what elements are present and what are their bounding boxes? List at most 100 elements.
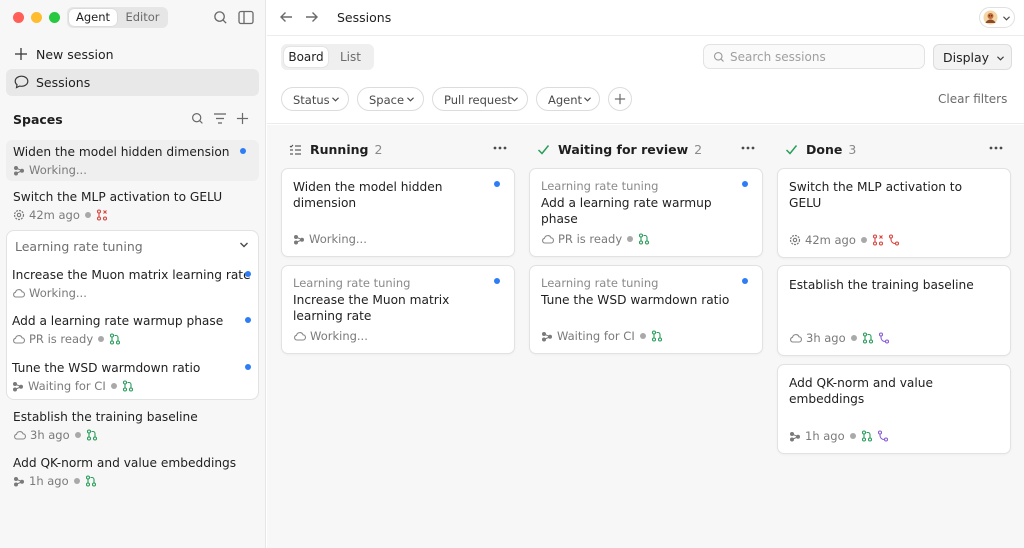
session-title: Establish the training baseline — [13, 410, 198, 424]
chevron-down-icon[interactable] — [239, 241, 249, 249]
toggle-sidebar-icon[interactable] — [238, 10, 254, 25]
chevron-down-icon — [332, 97, 339, 102]
separator-dot — [860, 237, 867, 243]
unread-dot — [494, 278, 500, 284]
sidebar-session-item[interactable]: Tune the WSD warmdown ratio Waiting for … — [12, 360, 252, 394]
session-title: Switch the MLP activation to GELU — [13, 190, 223, 204]
card-status: Waiting for CI — [557, 329, 635, 343]
session-card[interactable]: Learning rate tuning Tune the WSD warmdo… — [529, 265, 763, 354]
separator-dot — [98, 336, 105, 342]
session-card[interactable]: Widen the model hidden dimension Working… — [281, 168, 515, 257]
session-title: Increase the Muon matrix learning rate — [12, 268, 251, 282]
sidebar-session-item[interactable]: Establish the training baseline 3h ago — [13, 409, 253, 443]
sidebar-session-item[interactable]: Increase the Muon matrix learning rate W… — [12, 267, 252, 301]
filter-space-dropdown[interactable]: Space — [357, 87, 424, 111]
card-title: Widen the model hidden dimension — [293, 180, 443, 210]
chevron-down-icon — [511, 97, 518, 102]
account-menu-button[interactable] — [979, 7, 1015, 28]
session-card[interactable]: Learning rate tuning Increase the Muon m… — [281, 265, 515, 354]
pr-open-icon — [122, 380, 133, 392]
card-title: Tune the WSD warmdown ratio — [541, 293, 730, 307]
card-status: Working... — [309, 232, 367, 246]
filter-agent-label: Agent — [548, 93, 583, 107]
chevron-down-icon — [1003, 16, 1010, 21]
pr-open-icon — [110, 333, 121, 345]
branch-merged-icon — [877, 430, 888, 442]
mode-agent-tab[interactable]: Agent — [69, 9, 117, 26]
pr-open-icon — [639, 233, 650, 245]
unread-dot — [245, 364, 251, 370]
search-spaces-icon[interactable] — [191, 112, 204, 125]
more-options-icon[interactable] — [989, 146, 1003, 150]
column-done: Done 3 Switch the MLP activation to GELU… — [777, 125, 1011, 548]
session-card[interactable]: Switch the MLP activation to GELU 42m ag… — [777, 168, 1011, 258]
cloud-icon — [542, 235, 554, 244]
search-icon[interactable] — [213, 10, 228, 25]
zoom-window-button[interactable] — [49, 12, 60, 23]
card-time: 3h ago — [806, 331, 846, 345]
search-sessions-field[interactable] — [703, 44, 925, 69]
view-list-tab[interactable]: List — [330, 47, 371, 67]
column-count: 2 — [694, 141, 703, 157]
close-window-button[interactable] — [13, 12, 24, 23]
column-count: 3 — [848, 141, 857, 157]
pr-open-icon — [651, 330, 662, 342]
sidebar-session-item[interactable]: Add QK-norm and value embeddings 1h ago — [13, 455, 253, 489]
sessions-nav-item[interactable]: Sessions — [6, 69, 259, 96]
session-status: Working... — [29, 286, 87, 300]
clear-filters-button[interactable]: Clear filters — [938, 92, 1007, 106]
separator-dot — [849, 433, 856, 439]
chevron-down-icon — [997, 56, 1004, 61]
filter-status-dropdown[interactable]: Status — [281, 87, 349, 111]
mode-editor-tab[interactable]: Editor — [119, 9, 166, 26]
sessions-label: Sessions — [36, 75, 91, 90]
plus-icon — [14, 47, 28, 61]
add-space-icon[interactable] — [236, 112, 249, 125]
filter-space-label: Space — [369, 93, 405, 107]
sidebar-session-item[interactable]: Switch the MLP activation to GELU 42m ag… — [13, 189, 253, 223]
session-time: 1h ago — [29, 474, 69, 488]
new-session-button[interactable]: New session — [6, 41, 259, 68]
settings-gear-icon — [789, 234, 801, 246]
filter-pull-request-dropdown[interactable]: Pull request — [432, 87, 528, 111]
sidebar-session-item[interactable]: Widen the model hidden dimension Working… — [13, 144, 253, 178]
session-title: Widen the model hidden dimension — [13, 145, 230, 159]
session-card[interactable]: Establish the training baseline 3h ago — [777, 265, 1011, 356]
forward-arrow-icon[interactable] — [305, 11, 319, 23]
minimize-window-button[interactable] — [31, 12, 42, 23]
space-group-label[interactable]: Learning rate tuning — [15, 239, 143, 254]
session-title: Add QK-norm and value embeddings — [13, 456, 237, 470]
card-space: Learning rate tuning — [541, 179, 659, 193]
chevron-down-icon — [407, 97, 414, 102]
sidebar-session-item[interactable]: Add a learning rate warmup phase PR is r… — [12, 313, 252, 347]
sidebar: Agent Editor New session Sessions Spaces — [0, 0, 266, 548]
chat-bubble-icon — [14, 75, 29, 89]
card-title: Establish the training baseline — [789, 278, 974, 292]
filter-agent-dropdown[interactable]: Agent — [536, 87, 600, 111]
display-options-button[interactable]: Display — [933, 44, 1012, 70]
session-time: 3h ago — [30, 428, 70, 442]
agent-nodes-icon — [14, 165, 24, 175]
unread-dot — [494, 181, 500, 187]
back-arrow-icon[interactable] — [279, 11, 293, 23]
more-options-icon[interactable] — [741, 146, 755, 150]
main-panel: Sessions Board List Display Status — [267, 0, 1024, 548]
display-label: Display — [943, 50, 990, 65]
card-time: 1h ago — [805, 429, 845, 443]
filter-icon[interactable] — [213, 112, 227, 125]
search-sessions-input[interactable] — [730, 48, 920, 65]
separator-dot — [110, 383, 117, 389]
pr-open-icon — [85, 475, 96, 487]
more-options-icon[interactable] — [493, 146, 507, 150]
view-board-tab[interactable]: Board — [284, 47, 328, 67]
add-filter-button[interactable] — [608, 87, 632, 111]
branch-closed-icon — [888, 234, 899, 246]
column-title: Waiting for review — [558, 141, 689, 157]
separator-dot — [84, 212, 91, 218]
pr-open-icon — [86, 429, 97, 441]
session-card[interactable]: Learning rate tuning Add a learning rate… — [529, 168, 763, 257]
app-window: Agent Editor New session Sessions Spaces — [0, 0, 1024, 548]
session-card[interactable]: Add QK-norm and value embeddings 1h ago — [777, 364, 1011, 454]
column-title: Running — [310, 141, 369, 157]
session-time: 42m ago — [29, 208, 80, 222]
